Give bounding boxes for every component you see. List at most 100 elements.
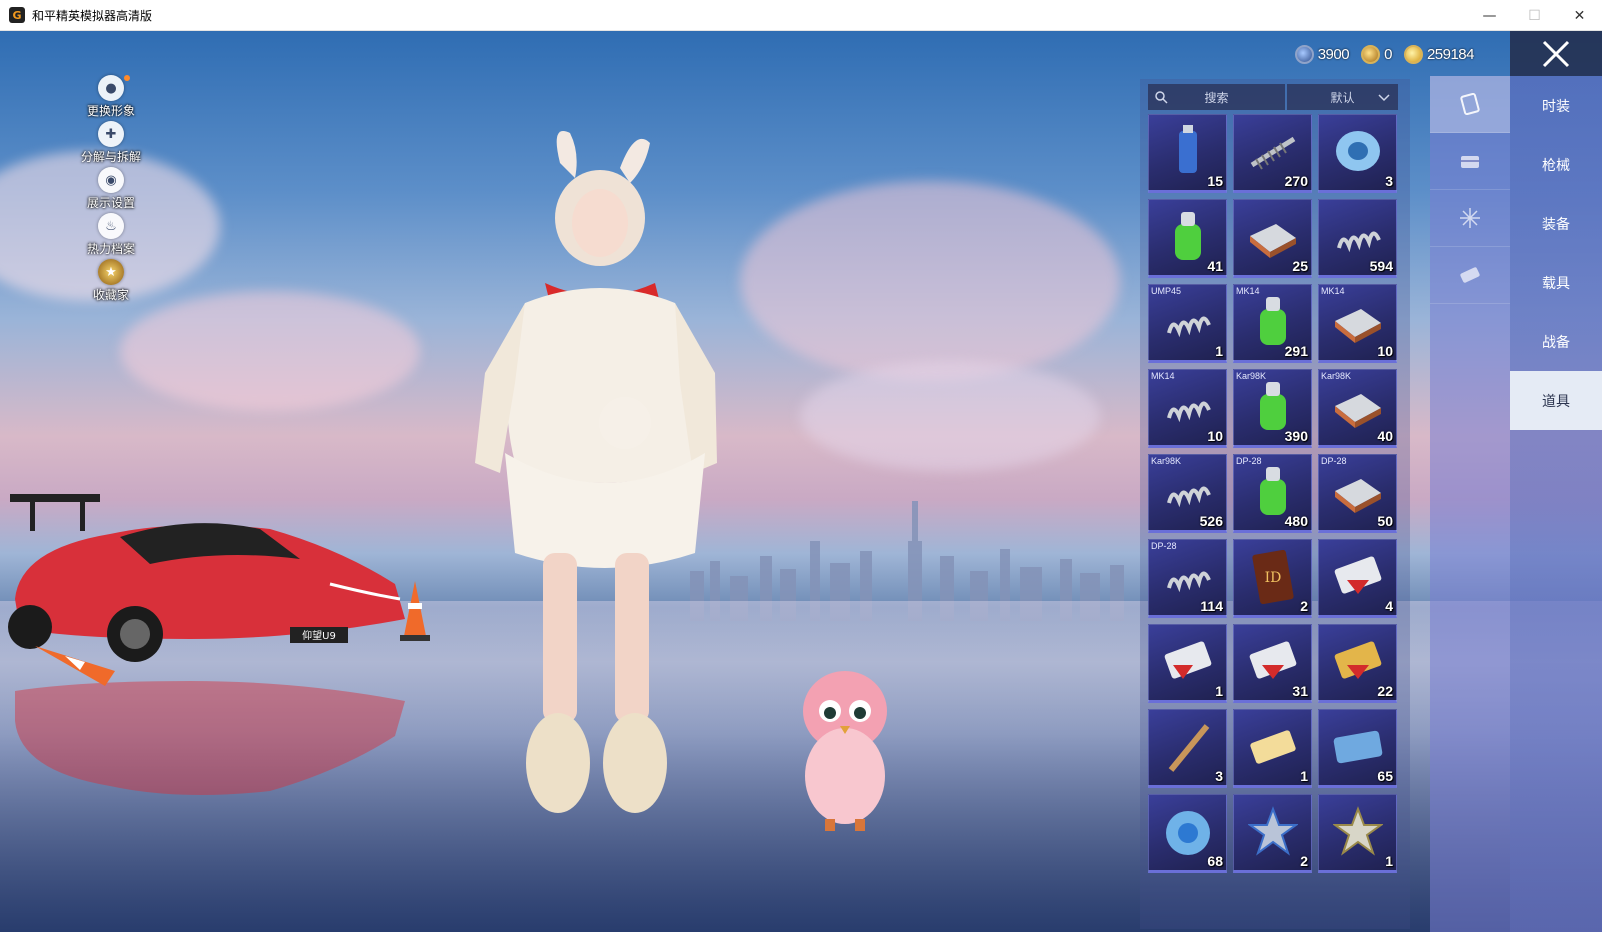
tab-items[interactable]: 道具 [1510, 371, 1602, 430]
inventory-item[interactable]: 25 [1233, 199, 1312, 278]
inventory-toolbar: 搜索 默认 [1148, 84, 1398, 110]
sub-tab-card[interactable] [1430, 76, 1510, 133]
inventory-item[interactable]: 1 [1233, 709, 1312, 788]
green-canister-icon [1175, 212, 1201, 260]
inventory-item[interactable]: 3 [1318, 114, 1397, 193]
inventory-item[interactable]: DP-28 114 [1148, 539, 1227, 618]
inventory-item[interactable]: 1 [1148, 624, 1227, 703]
item-count: 480 [1284, 513, 1308, 529]
minimize-button[interactable]: — [1467, 0, 1512, 31]
item-count: 3 [1215, 768, 1223, 784]
car-plate: 仰望U9 [302, 629, 336, 642]
inventory-item[interactable]: 41 [1148, 199, 1227, 278]
inventory-item[interactable]: 270 [1233, 114, 1312, 193]
currency-silver[interactable]: 3900 [1294, 44, 1350, 64]
item-weapon-tag: DP-28 [1151, 541, 1177, 551]
tab-combat-gear[interactable]: 战备 [1510, 312, 1602, 371]
item-count: 526 [1199, 513, 1223, 529]
item-weapon-tag: MK14 [1151, 371, 1175, 381]
sub-tab-ticket[interactable] [1430, 247, 1510, 304]
search-input[interactable]: 搜索 [1148, 84, 1285, 110]
stick-icon [1168, 724, 1210, 772]
inventory-item[interactable]: 65 [1318, 709, 1397, 788]
ticket-icon [1460, 267, 1480, 283]
inventory-item[interactable]: 68 [1148, 794, 1227, 873]
side-item-label: 更换形象 [86, 104, 135, 118]
sub-tab-chest[interactable] [1430, 133, 1510, 190]
card-icon [1460, 93, 1480, 115]
collector-badge-icon: ★ [98, 259, 124, 285]
close-panel-button[interactable] [1510, 31, 1602, 76]
close-window-button[interactable]: ✕ [1557, 0, 1602, 31]
firework-icon [1460, 208, 1480, 228]
side-item-decompose[interactable]: ✚ 分解与拆解 [66, 121, 156, 167]
ticket-icon [1250, 730, 1296, 764]
inventory-item[interactable]: 2 [1233, 794, 1312, 873]
side-item-change-avatar[interactable]: ● 更换形象 [66, 75, 156, 121]
tab-fashion[interactable]: 时装 [1510, 76, 1602, 135]
item-count: 10 [1377, 343, 1393, 359]
inventory-item[interactable]: DP-28 50 [1318, 454, 1397, 533]
inventory-item[interactable]: 3 [1148, 709, 1227, 788]
inventory-item[interactable]: Kar98K 40 [1318, 369, 1397, 448]
item-count: 2 [1300, 853, 1308, 869]
inventory-item[interactable]: Kar98K 390 [1233, 369, 1312, 448]
cloud [740, 181, 1120, 381]
tab-firearms[interactable]: 枪械 [1510, 135, 1602, 194]
spring-icon [1337, 231, 1381, 253]
inventory-item[interactable]: Kar98K 526 [1148, 454, 1227, 533]
inventory-item[interactable]: 15 [1148, 114, 1227, 193]
window-titlebar: G 和平精英模拟器高清版 — ☐ ✕ [0, 0, 1602, 31]
traffic-cone [400, 581, 430, 641]
inventory-item[interactable]: ID 2 [1233, 539, 1312, 618]
item-count: 15 [1207, 173, 1223, 189]
item-count: 50 [1377, 513, 1393, 529]
tray-icon [1250, 224, 1296, 258]
side-item-heat-record[interactable]: ♨ 热力档案 [66, 213, 156, 259]
side-item-label: 分解与拆解 [80, 150, 141, 164]
inventory-item[interactable]: 22 [1318, 624, 1397, 703]
item-weapon-tag: Kar98K [1321, 371, 1352, 381]
item-count: 390 [1284, 428, 1308, 444]
sub-tab-firework[interactable] [1430, 190, 1510, 247]
gold-coin-icon [1403, 44, 1423, 64]
currency-value: 3900 [1317, 45, 1350, 63]
inventory-item[interactable]: MK14 291 [1233, 284, 1312, 363]
sort-dropdown[interactable]: 默认 [1286, 84, 1398, 110]
inventory-item[interactable]: 594 [1318, 199, 1397, 278]
flame-icon: ♨ [98, 213, 124, 239]
item-count: 2 [1300, 598, 1308, 614]
item-count: 1 [1385, 853, 1393, 869]
inventory-item[interactable]: 4 [1318, 539, 1397, 618]
gold-badge-coin-icon [1361, 44, 1381, 64]
spring-bolt-icon [1250, 136, 1296, 170]
inventory-item[interactable]: 31 [1233, 624, 1312, 703]
tab-vehicles[interactable]: 载具 [1510, 253, 1602, 312]
green-canister-icon [1260, 297, 1286, 345]
currency-gold[interactable]: 259184 [1403, 44, 1475, 64]
inventory-item[interactable]: UMP45 1 [1148, 284, 1227, 363]
item-weapon-tag: DP-28 [1321, 456, 1347, 466]
star-badge-gold-icon [1333, 806, 1383, 856]
game-viewport: 仰望U9 ● 更换形象 ✚ 分解与拆解 ◉ 展示设置 ♨ 热力档案 ★ 收藏家 … [0, 31, 1602, 932]
side-item-collector[interactable]: ★ 收藏家 [66, 259, 156, 305]
currency-badge[interactable]: 0 [1361, 44, 1392, 64]
currency-bar: 3900 0 259184 [1294, 43, 1475, 65]
cloud [120, 291, 420, 411]
inventory-item[interactable]: DP-28 480 [1233, 454, 1312, 533]
inventory-item[interactable]: MK14 10 [1318, 284, 1397, 363]
maximize-button[interactable]: ☐ [1512, 0, 1557, 31]
spring-icon [1167, 486, 1211, 508]
side-item-display-settings[interactable]: ◉ 展示设置 [66, 167, 156, 213]
item-count: 4 [1385, 598, 1393, 614]
inventory-item[interactable]: 1 [1318, 794, 1397, 873]
side-menu: ● 更换形象 ✚ 分解与拆解 ◉ 展示设置 ♨ 热力档案 ★ 收藏家 [66, 75, 156, 305]
side-item-label: 收藏家 [92, 288, 129, 302]
item-count: 1 [1215, 343, 1223, 359]
tab-equipment[interactable]: 装备 [1510, 194, 1602, 253]
cloud [800, 361, 1100, 471]
window-controls: — ☐ ✕ [1467, 0, 1602, 31]
item-weapon-tag: DP-28 [1236, 456, 1262, 466]
inventory-item[interactable]: MK14 10 [1148, 369, 1227, 448]
fallen-traffic-cone [35, 646, 115, 686]
